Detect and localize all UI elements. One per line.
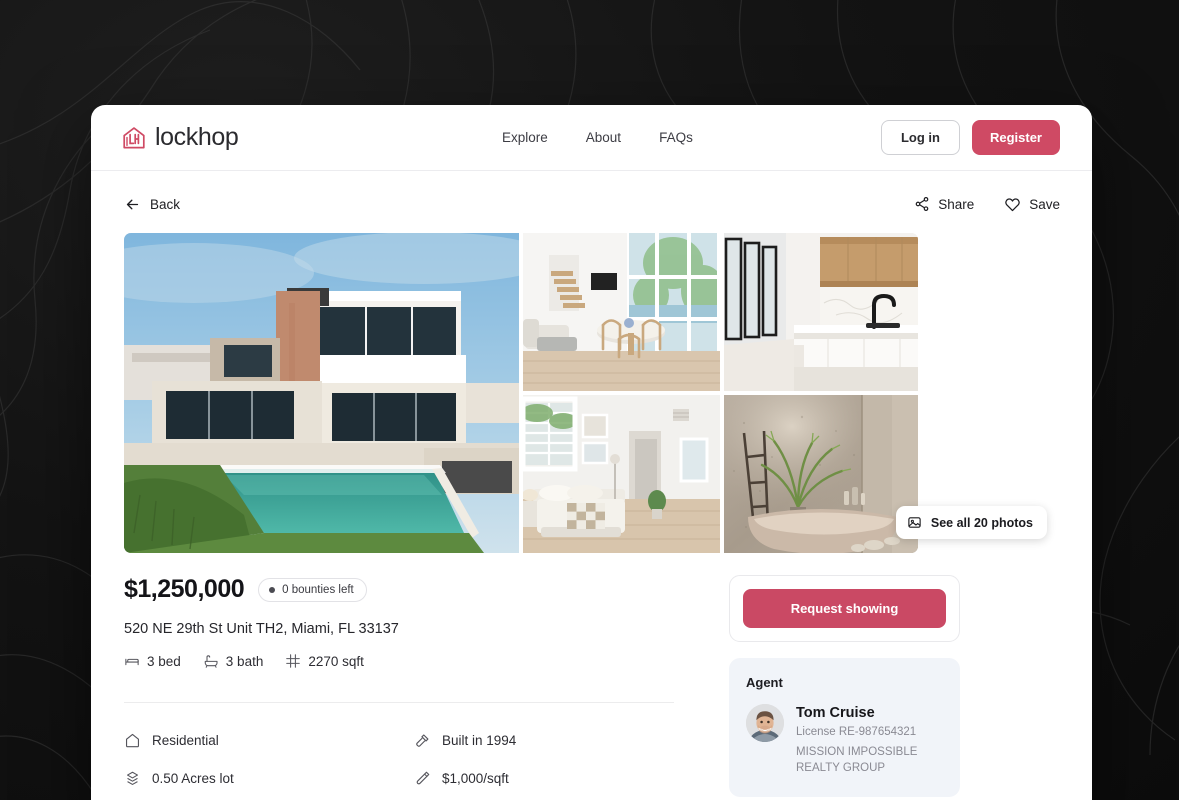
exterior-pool-villa-image bbox=[124, 233, 519, 553]
bounty-dot-icon bbox=[269, 586, 276, 593]
gallery-photo-bedroom[interactable] bbox=[523, 395, 720, 553]
fact-price-per-sqft-label: $1,000/sqft bbox=[442, 771, 509, 786]
fact-year-built-label: Built in 1994 bbox=[442, 733, 517, 748]
login-button[interactable]: Log in bbox=[880, 120, 960, 155]
spec-area: 2270 sqft bbox=[285, 653, 364, 669]
bathroom-image bbox=[724, 395, 918, 553]
save-button[interactable]: Save bbox=[1004, 196, 1060, 213]
area-icon bbox=[286, 654, 301, 668]
agent-organization: MISSION IMPOSSIBLE REALTY GROUP bbox=[796, 746, 918, 774]
bounty-badge-label: 0 bounties left bbox=[282, 583, 354, 596]
spec-bed-label: 3 bed bbox=[147, 653, 181, 669]
image-icon bbox=[908, 517, 921, 528]
fact-price-per-sqft: $1,000/sqft bbox=[414, 770, 674, 787]
top-navigation-bar: lockhop Explore About FAQs Log in Regist… bbox=[91, 105, 1092, 171]
bed-icon bbox=[125, 658, 139, 666]
gallery-photo-kitchen[interactable] bbox=[724, 233, 918, 391]
bounty-badge: 0 bounties left bbox=[258, 577, 367, 602]
hammer-icon bbox=[416, 734, 429, 747]
share-button[interactable]: Share bbox=[914, 196, 974, 212]
fact-lot-size: 0.50 Acres lot bbox=[124, 770, 414, 787]
listing-action-bar: Back Share Save bbox=[124, 188, 1060, 220]
share-label: Share bbox=[938, 196, 975, 212]
agent-card: Agent Tom Cruise License RE-987654321 MI… bbox=[729, 658, 960, 798]
kitchen-image bbox=[724, 233, 918, 391]
gallery-photo-living-dining-room[interactable] bbox=[523, 233, 720, 391]
request-showing-button[interactable]: Request showing bbox=[743, 589, 946, 628]
request-showing-card: Request showing bbox=[729, 575, 960, 642]
see-all-photos-button[interactable]: See all 20 photos bbox=[895, 506, 1047, 539]
register-button[interactable]: Register bbox=[971, 120, 1060, 155]
agent-license: License RE-987654321 bbox=[796, 726, 917, 739]
listing-sidebar: Request showing Agent Tom Cruise License… bbox=[729, 575, 960, 800]
agent-text-block: Tom Cruise License RE-987654321 MISSION … bbox=[796, 704, 943, 776]
action-right-group: Share Save bbox=[914, 196, 1060, 213]
fact-year-built: Built in 1994 bbox=[414, 732, 674, 749]
living-dining-room-image bbox=[523, 233, 720, 391]
main-nav: Explore About FAQs bbox=[502, 130, 693, 145]
listing-main-column: $1,250,000 0 bounties left 520 NE 29th S… bbox=[124, 575, 674, 800]
agent-card-title: Agent bbox=[746, 675, 783, 690]
arrow-left-icon bbox=[126, 199, 139, 209]
heart-icon bbox=[1005, 197, 1020, 211]
nav-item-about[interactable]: About bbox=[586, 130, 621, 145]
home-icon bbox=[125, 733, 140, 748]
spec-area-label: 2270 sqft bbox=[308, 653, 364, 669]
bedroom-image bbox=[523, 395, 720, 553]
nav-actions: Log in Register bbox=[880, 120, 1060, 155]
agent-name: Tom Cruise bbox=[796, 705, 875, 721]
logo-text: lockhop bbox=[155, 123, 239, 151]
house-monogram-icon bbox=[123, 126, 145, 148]
page-content: Back Share Save See all 20 photos $1,250… bbox=[91, 171, 1092, 800]
listing-body: $1,250,000 0 bounties left 520 NE 29th S… bbox=[124, 553, 1060, 800]
spec-bath-label: 3 bath bbox=[225, 653, 264, 669]
spec-bath: 3 bath bbox=[203, 653, 264, 669]
share-icon bbox=[915, 197, 929, 211]
logo[interactable]: lockhop bbox=[122, 123, 239, 152]
listing-address: 520 NE 29th St Unit TH2, Miami, FL 33137 bbox=[124, 621, 399, 637]
lot-icon bbox=[127, 771, 138, 785]
listing-specs: 3 bed 3 bath 2270 sqft bbox=[124, 653, 674, 669]
see-all-photos-label: See all 20 photos bbox=[930, 515, 1033, 530]
back-button[interactable]: Back bbox=[124, 196, 180, 213]
bath-icon bbox=[204, 655, 218, 668]
save-label: Save bbox=[1029, 196, 1060, 212]
nav-item-explore[interactable]: Explore bbox=[502, 130, 548, 145]
fact-property-type: Residential bbox=[124, 732, 414, 749]
fact-property-type-label: Residential bbox=[152, 733, 219, 748]
browser-window: lockhop Explore About FAQs Log in Regist… bbox=[91, 105, 1092, 800]
listing-price: $1,250,000 bbox=[124, 575, 245, 603]
nav-item-faqs[interactable]: FAQs bbox=[659, 130, 693, 145]
gallery-photo-bathroom[interactable] bbox=[724, 395, 918, 553]
avatar bbox=[746, 704, 784, 742]
price-row: $1,250,000 0 bounties left bbox=[124, 575, 674, 604]
fact-lot-size-label: 0.50 Acres lot bbox=[152, 771, 234, 786]
agent-info-row: Tom Cruise License RE-987654321 MISSION … bbox=[746, 704, 943, 776]
tag-icon bbox=[416, 771, 430, 785]
avatar-photo-icon bbox=[746, 704, 784, 742]
spec-bed: 3 bed bbox=[124, 653, 181, 669]
photo-gallery: See all 20 photos bbox=[124, 233, 1060, 553]
gallery-photo-exterior-pool-villa[interactable] bbox=[124, 233, 519, 553]
back-label: Back bbox=[150, 196, 181, 212]
listing-facts: Residential Built in 1994 0.50 Acres lot… bbox=[124, 732, 674, 787]
divider-1 bbox=[124, 702, 674, 703]
